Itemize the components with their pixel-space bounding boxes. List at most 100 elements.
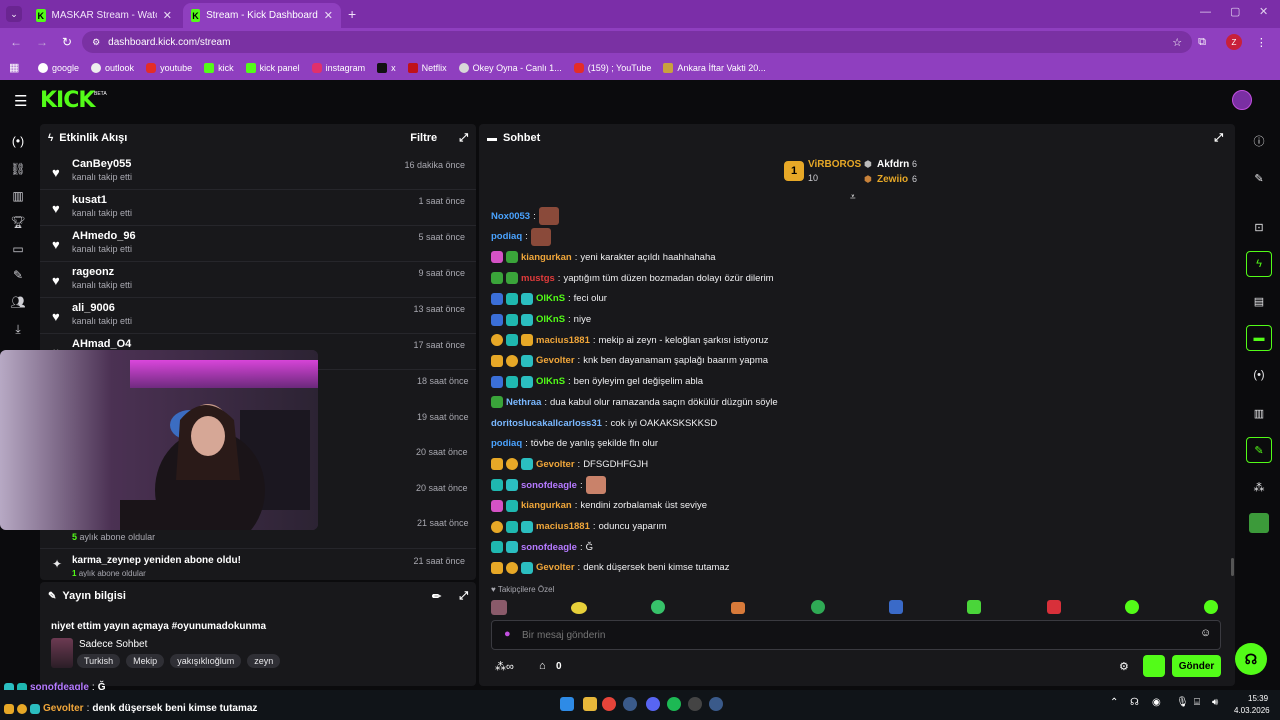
chat-username[interactable]: doritoslucakallcarloss31 <box>491 418 602 429</box>
nav-trophy-icon[interactable]: 🏆︎ <box>0 215 36 229</box>
tray-volume-icon[interactable]: 🔊︎ <box>1212 697 1218 708</box>
emote[interactable] <box>491 600 507 615</box>
nav-analytics-icon[interactable]: ▥ <box>0 189 36 203</box>
tag-chip[interactable]: zeyn <box>247 654 281 668</box>
tab-search-icon[interactable]: ⌄ <box>6 6 22 22</box>
chat-username[interactable]: Nox0053 <box>491 211 530 222</box>
bookmark-netflix[interactable]: Netflix <box>407 63 447 73</box>
minimize-button[interactable]: — <box>1200 6 1211 18</box>
edit-pencil-icon[interactable]: ✎ <box>1246 165 1272 191</box>
chat-username[interactable]: Gevolter <box>536 355 575 366</box>
chat-username[interactable]: mustgs <box>521 273 555 284</box>
emote[interactable] <box>1125 600 1139 614</box>
bookmark-google[interactable]: google <box>38 63 79 73</box>
clock-date[interactable]: 4.03.2026 <box>1234 706 1270 715</box>
user-avatar[interactable] <box>1232 90 1252 110</box>
collapse-icon[interactable]: ⩡ <box>850 192 856 203</box>
emote[interactable] <box>811 600 825 614</box>
new-tab-button[interactable]: + <box>348 6 356 22</box>
chat-toggle-icon[interactable]: ▬ <box>1246 325 1272 351</box>
kick-app-icon[interactable] <box>1246 510 1272 536</box>
support-button[interactable]: ☊ <box>1235 643 1267 675</box>
tag-chip[interactable]: Mekip <box>126 654 165 668</box>
emoji-icon[interactable]: ☺ <box>1200 627 1211 639</box>
chat-message-input[interactable] <box>522 626 1182 644</box>
chat-username[interactable]: Gevolter <box>536 459 575 470</box>
windows-start-icon[interactable] <box>560 697 574 711</box>
microphone-icon[interactable]: ● <box>504 628 511 640</box>
chat-username[interactable]: sonofdeagle <box>521 480 577 491</box>
menu-icon[interactable]: ⋮ <box>1256 36 1267 49</box>
notes-icon[interactable]: ▤ <box>1246 288 1272 314</box>
steam-icon[interactable] <box>623 697 637 711</box>
chat-username[interactable]: Nethraa <box>506 397 541 408</box>
steam-icon-2[interactable] <box>709 697 723 711</box>
chat-username[interactable]: podiaq <box>491 231 522 242</box>
url-field[interactable]: ⚙ dashboard.kick.com/stream ☆ <box>82 31 1193 53</box>
discord-icon[interactable] <box>646 697 660 711</box>
nav-live-icon[interactable]: (•) <box>0 134 36 148</box>
nav-tools-icon[interactable]: ✎ <box>0 268 36 282</box>
chat-tools-icon[interactable]: ⁂∞ <box>495 660 514 673</box>
edit-icon[interactable]: ✏ <box>432 590 441 603</box>
chat-username[interactable]: macius1881 <box>536 521 590 532</box>
bookmark-outlook[interactable]: outlook <box>91 63 134 73</box>
popout-icon[interactable]: ⤢ <box>459 590 468 603</box>
chat-username[interactable]: podiaq <box>491 438 522 449</box>
nav-links-icon[interactable]: ⛓ <box>0 162 36 176</box>
top-gifter-name[interactable]: ViRBOROS <box>808 159 861 170</box>
file-explorer-icon[interactable] <box>583 697 597 711</box>
chat-emote[interactable] <box>530 227 551 246</box>
chat-username[interactable]: sonofdeagle <box>521 542 577 553</box>
chat-username[interactable]: kiangurkan <box>521 252 572 263</box>
close-icon[interactable]: ✕ <box>163 9 172 22</box>
emote[interactable] <box>731 602 745 614</box>
chat-settings-icon[interactable]: ⚙ <box>1119 660 1129 673</box>
chat-emote[interactable] <box>538 207 559 225</box>
site-info-icon[interactable]: ⚙ <box>92 37 100 48</box>
chrome-icon[interactable] <box>602 697 616 711</box>
nav-community-icon[interactable]: 👥︎ <box>0 295 36 309</box>
close-window-button[interactable]: ✕ <box>1259 5 1268 18</box>
chat-username[interactable]: OlKnS <box>536 314 565 325</box>
info-icon[interactable]: ⓘ <box>1246 128 1272 154</box>
quick-actions-icon[interactable]: ϟ <box>1246 251 1272 277</box>
tray-steam-icon[interactable]: ◉ <box>1152 697 1161 708</box>
forward-icon[interactable]: → <box>36 35 48 49</box>
stream-manager-icon[interactable]: ▥ <box>1246 400 1272 426</box>
chat-username[interactable]: Gevolter <box>536 562 575 573</box>
close-icon[interactable]: ✕ <box>324 9 333 22</box>
extensions-icon[interactable]: ⧉ <box>1198 36 1206 49</box>
profile-avatar[interactable]: Z <box>1225 34 1242 50</box>
filter-button[interactable]: Filtre <box>410 132 437 144</box>
focus-icon[interactable]: ⊡ <box>1246 214 1272 240</box>
clock-time[interactable]: 15:39 <box>1248 694 1268 703</box>
tray-mic-icon[interactable]: 🎙︎ <box>1176 697 1189 708</box>
tray-headset-icon[interactable]: ☊ <box>1130 697 1139 708</box>
popout-icon[interactable]: ⤢ <box>459 132 468 145</box>
emote[interactable] <box>651 600 665 614</box>
bookmark-kick-panel[interactable]: kick panel <box>245 63 300 73</box>
bookmark-youtube-2[interactable]: (159) ; YouTube <box>573 63 651 73</box>
bookmark-x[interactable]: x <box>377 63 396 73</box>
obs-icon[interactable] <box>688 697 702 711</box>
back-icon[interactable]: ← <box>10 35 22 49</box>
chat-username[interactable]: OlKnS <box>536 376 565 387</box>
apps-grid-icon[interactable]: ▦ <box>9 61 19 74</box>
emote[interactable] <box>889 600 903 614</box>
tray-chevron-icon[interactable]: ⌃ <box>1110 697 1118 708</box>
chat-emote[interactable] <box>585 476 606 495</box>
tray-network-icon[interactable]: ⌸ <box>1194 697 1200 708</box>
popout-icon[interactable]: ⤢ <box>1214 132 1223 145</box>
bookmark-youtube[interactable]: youtube <box>146 63 192 73</box>
tag-chip[interactable]: Turkish <box>77 654 121 668</box>
tag-chip[interactable]: yakışıklıoğlum <box>170 654 242 668</box>
emote[interactable] <box>571 602 587 614</box>
emote[interactable] <box>1047 600 1061 614</box>
chat-scrollbar[interactable] <box>1231 558 1234 576</box>
broadcast-icon[interactable]: (•) <box>1246 362 1272 388</box>
kick-logo[interactable]: KICK <box>40 88 95 113</box>
chat-username[interactable]: OlKnS <box>536 293 565 304</box>
reload-icon[interactable]: ↻ <box>62 35 72 49</box>
spotify-icon[interactable] <box>667 697 681 711</box>
